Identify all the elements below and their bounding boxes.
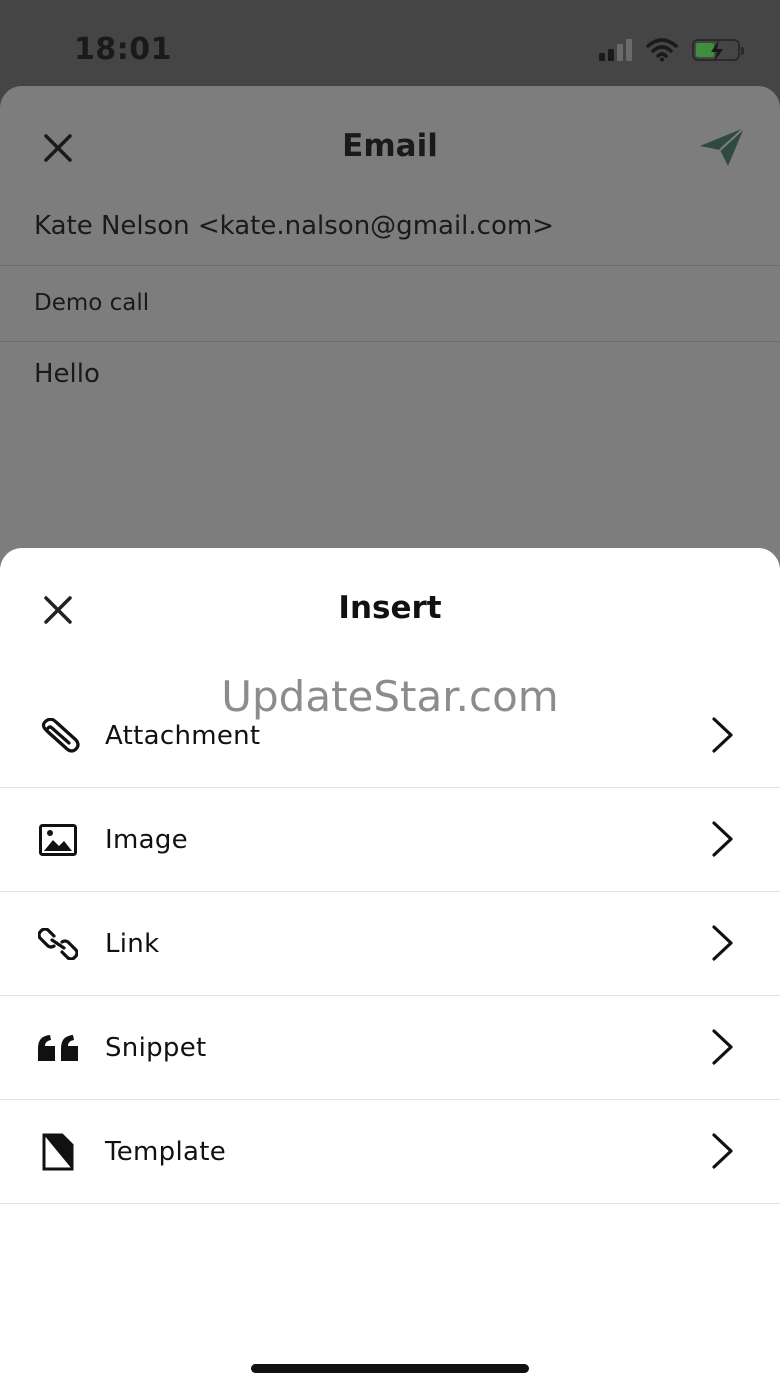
insert-item-label: Link — [105, 929, 160, 959]
insert-header: Insert UpdateStar.com — [0, 548, 780, 721]
insert-item-attachment[interactable]: Attachment — [0, 684, 780, 788]
wifi-icon — [646, 38, 678, 62]
signal-icon — [599, 39, 632, 61]
paperclip-icon — [36, 716, 80, 756]
image-icon — [36, 820, 80, 860]
status-time: 18:01 — [74, 32, 172, 67]
insert-sheet: Insert UpdateStar.com Attachment Image L… — [0, 548, 780, 1387]
subject-field[interactable]: Demo call — [0, 266, 780, 342]
template-file-icon — [36, 1132, 80, 1172]
email-title: Email — [342, 128, 438, 164]
insert-item-label: Template — [105, 1137, 227, 1167]
insert-item-label: Attachment — [105, 721, 261, 751]
to-field[interactable]: Kate Nelson <kate.nalson@gmail.com> — [0, 206, 780, 266]
body-field[interactable]: Hello — [0, 342, 780, 542]
chevron-right-icon — [712, 925, 733, 961]
insert-title: Insert — [338, 590, 442, 626]
email-header: Email — [0, 86, 780, 206]
home-indicator[interactable] — [251, 1364, 529, 1373]
battery-charging-icon — [692, 39, 744, 62]
link-icon — [36, 924, 80, 964]
chevron-right-icon — [712, 1029, 733, 1065]
insert-item-image[interactable]: Image — [0, 788, 780, 892]
status-bar: 18:01 — [0, 0, 780, 86]
insert-item-snippet[interactable]: Snippet — [0, 996, 780, 1100]
chevron-right-icon — [712, 821, 733, 857]
quote-icon — [36, 1028, 80, 1068]
status-icons — [599, 38, 744, 62]
send-icon[interactable] — [698, 126, 746, 168]
insert-item-link[interactable]: Link — [0, 892, 780, 996]
insert-menu: Attachment Image Link Snippet Template — [0, 684, 780, 1204]
insert-item-template[interactable]: Template — [0, 1100, 780, 1204]
chevron-right-icon — [712, 1133, 733, 1169]
insert-item-label: Snippet — [105, 1033, 207, 1063]
chevron-right-icon — [712, 717, 733, 753]
insert-item-label: Image — [105, 825, 188, 855]
